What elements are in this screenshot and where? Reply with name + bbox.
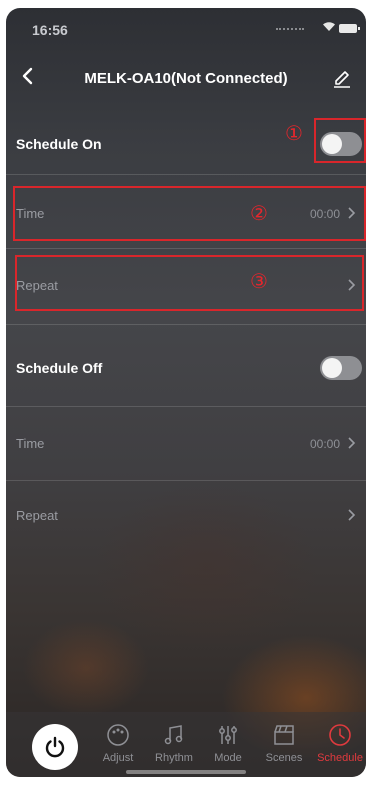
sliders-icon <box>219 726 237 744</box>
tab-label: Mode <box>214 752 242 764</box>
schedule-on-repeat-row[interactable]: Repeat <box>6 254 366 312</box>
schedule-on-label: Schedule On <box>16 136 102 152</box>
time-value: 00:00 <box>309 207 340 221</box>
annotation-3: ③ <box>250 271 268 293</box>
tab-schedule[interactable]: Schedule <box>314 722 366 770</box>
home-indicator <box>126 770 246 774</box>
chevron-right-icon <box>348 207 356 219</box>
status-bar: 16:56 <box>6 8 366 52</box>
schedule-on-row: Schedule On <box>6 124 366 164</box>
tab-label: Adjust <box>102 752 134 764</box>
tab-mode[interactable]: Mode <box>204 722 252 770</box>
divider <box>6 480 366 481</box>
clock-icon <box>329 724 351 746</box>
edit-icon[interactable] <box>332 66 352 88</box>
divider <box>6 174 366 175</box>
page-title: MELK-OA10(Not Connected) <box>84 70 288 87</box>
music-note-icon <box>164 725 183 745</box>
tab-rhythm[interactable]: Rhythm <box>150 722 198 770</box>
wifi-icon <box>322 21 336 35</box>
tab-label: Schedule <box>317 752 363 764</box>
power-button[interactable] <box>32 724 78 770</box>
chevron-right-icon <box>348 279 356 291</box>
schedule-off-repeat-row[interactable]: Repeat <box>6 490 366 540</box>
schedule-on-time-row[interactable]: Time 00:00 <box>6 184 366 242</box>
power-icon <box>45 736 65 758</box>
time-label: Time <box>16 436 45 451</box>
battery-icon <box>339 24 360 33</box>
tab-label: Scenes <box>265 752 303 764</box>
status-time: 16:56 <box>32 22 68 38</box>
divider <box>6 324 366 325</box>
app-screen: 16:56 MELK-OA10(Not Connected) Schedule … <box>6 8 366 777</box>
repeat-label: Repeat <box>16 508 58 523</box>
tab-bar: Adjust Rhythm Mode Scenes Schedule <box>6 712 366 777</box>
time-label: Time <box>16 206 45 221</box>
schedule-off-label: Schedule Off <box>16 360 103 376</box>
schedule-on-toggle[interactable] <box>320 132 362 156</box>
tab-adjust[interactable]: Adjust <box>94 722 142 770</box>
annotation-2: ② <box>250 203 268 225</box>
schedule-off-time-row[interactable]: Time 00:00 <box>6 418 366 468</box>
repeat-label: Repeat <box>16 278 58 293</box>
annotation-1: ① <box>285 123 303 145</box>
signal-icon <box>276 28 304 32</box>
schedule-off-row: Schedule Off <box>6 348 366 388</box>
divider <box>6 406 366 407</box>
divider <box>6 248 366 249</box>
schedule-off-toggle[interactable] <box>320 356 362 380</box>
toggle-knob <box>322 134 342 154</box>
tab-scenes[interactable]: Scenes <box>260 722 308 770</box>
toggle-knob <box>322 358 342 378</box>
chevron-right-icon <box>348 437 356 449</box>
palette-icon <box>107 724 129 746</box>
time-value: 00:00 <box>309 437 340 451</box>
clapperboard-icon <box>274 725 294 745</box>
nav-bar: MELK-OA10(Not Connected) <box>6 58 366 98</box>
chevron-right-icon <box>348 509 356 521</box>
tab-label: Rhythm <box>155 752 193 764</box>
